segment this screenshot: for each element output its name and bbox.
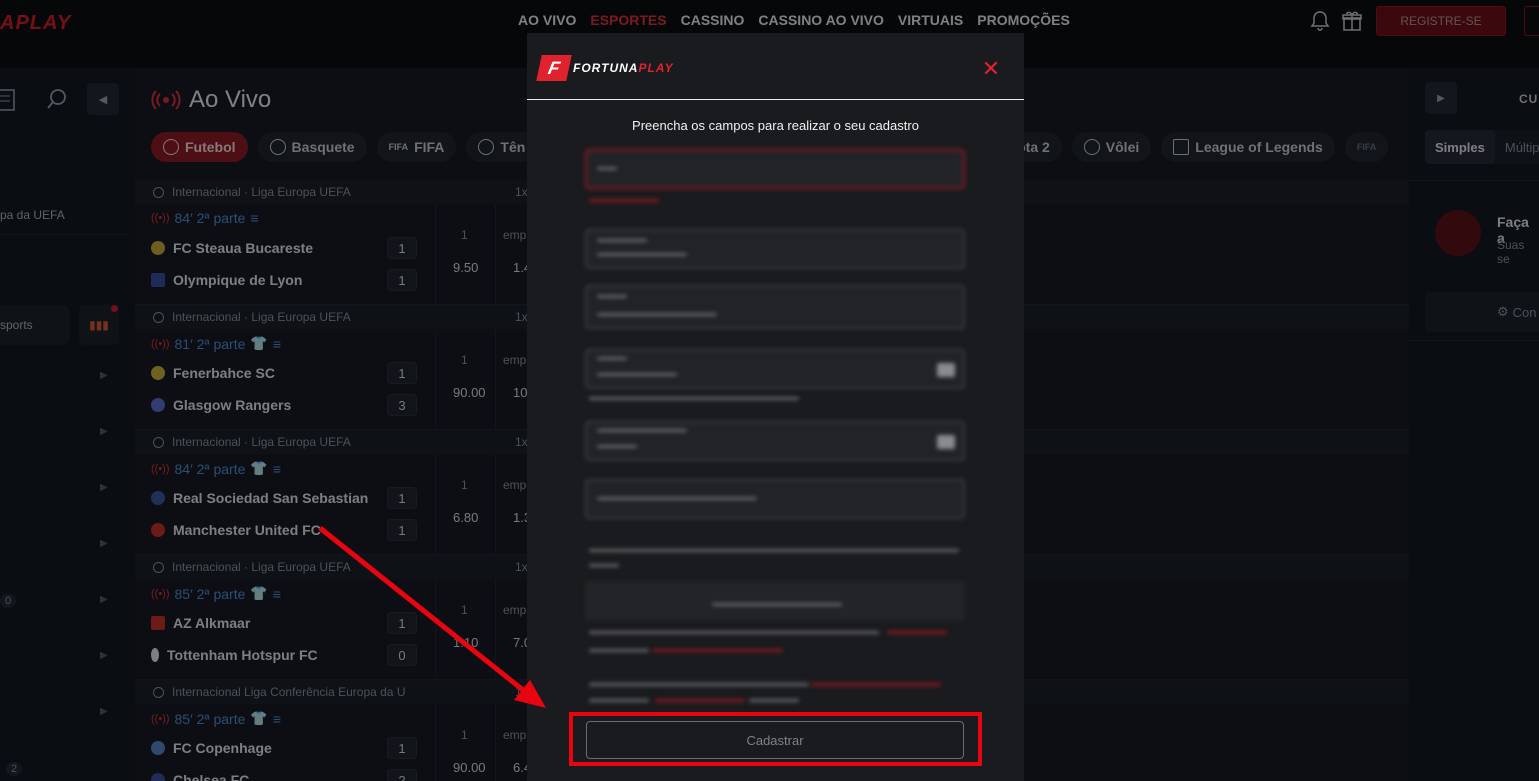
blurred-text bbox=[597, 429, 687, 432]
close-icon[interactable]: ✕ bbox=[982, 58, 1000, 80]
email-field[interactable] bbox=[585, 285, 965, 329]
secondary-action-button[interactable] bbox=[585, 581, 965, 621]
blurred-age-text bbox=[589, 699, 649, 702]
modal-header: F FORTUNAPLAY ✕ bbox=[527, 33, 1024, 100]
blurred-text bbox=[597, 497, 757, 500]
blurred-age-link[interactable] bbox=[655, 699, 745, 702]
blurred-age-text bbox=[589, 683, 809, 686]
eye-icon[interactable] bbox=[937, 363, 955, 377]
blurred-age-text bbox=[749, 699, 799, 702]
blurred-terms-text bbox=[589, 649, 649, 652]
blurred-terms-text bbox=[589, 631, 879, 634]
blurred-paragraph bbox=[589, 549, 959, 552]
registration-modal: F FORTUNAPLAY ✕ Preencha os campos para … bbox=[527, 33, 1024, 781]
blurred-text bbox=[597, 445, 637, 448]
name-field[interactable] bbox=[585, 229, 965, 269]
blurred-text bbox=[597, 239, 647, 242]
brand-name: FORTUNAPLAY bbox=[573, 61, 674, 75]
cpf-field[interactable] bbox=[585, 149, 965, 189]
blurred-text bbox=[597, 357, 627, 360]
blurred-text bbox=[712, 603, 842, 606]
blurred-terms-link[interactable] bbox=[653, 649, 783, 652]
password-field[interactable] bbox=[585, 349, 965, 389]
blurred-text bbox=[597, 313, 717, 316]
brand-prefix: FORTUNA bbox=[573, 61, 639, 75]
blurred-text bbox=[597, 295, 627, 298]
brand-suffix: PLAY bbox=[638, 61, 674, 75]
confirm-password-field[interactable] bbox=[585, 421, 965, 461]
modal-subtitle: Preencha os campos para realizar o seu c… bbox=[632, 118, 919, 133]
field-error-text bbox=[589, 199, 659, 202]
eye-icon[interactable] bbox=[937, 435, 955, 449]
blurred-terms-link[interactable] bbox=[887, 631, 947, 634]
blurred-text bbox=[597, 167, 617, 170]
fortunaplay-logo: F FORTUNAPLAY bbox=[536, 55, 674, 81]
annotation-highlight-box bbox=[569, 712, 982, 766]
blurred-text bbox=[597, 253, 687, 256]
blurred-text bbox=[597, 373, 677, 376]
f-logo-icon: F bbox=[536, 55, 572, 81]
blurred-hint bbox=[589, 397, 799, 400]
blurred-age-link[interactable] bbox=[811, 683, 941, 686]
blurred-paragraph bbox=[589, 564, 619, 567]
